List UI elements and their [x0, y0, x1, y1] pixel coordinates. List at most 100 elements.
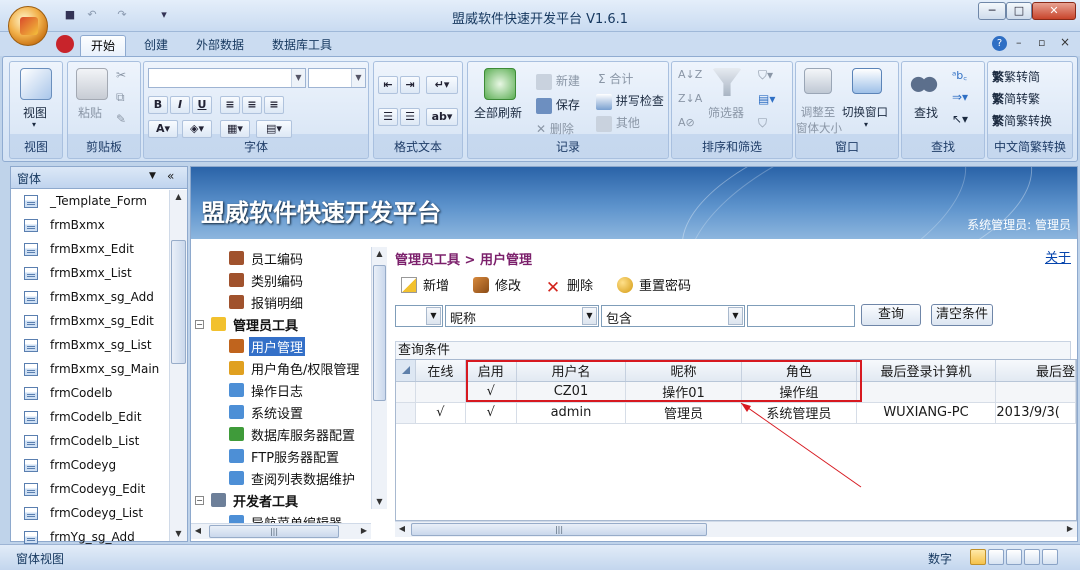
grid-hscrollbar[interactable]: ◀ ||| ▶	[395, 521, 1077, 537]
scroll-right-icon[interactable]: ▶	[1063, 522, 1077, 537]
nav-item[interactable]: frmBxmx	[11, 214, 171, 238]
scroll-thumb[interactable]: |||	[209, 525, 339, 538]
table-cell[interactable]: CZ01	[516, 381, 627, 403]
col-header-last-login[interactable]: 最后登	[995, 360, 1076, 382]
field-select[interactable]: 昵称 ▼	[445, 305, 599, 327]
nav-item[interactable]: frmCodeyg_List	[11, 502, 171, 526]
nav-item[interactable]: frmBxmx_sg_Add	[11, 286, 171, 310]
find-button[interactable]: 查找	[914, 104, 938, 121]
save-icon[interactable]: ■	[62, 8, 78, 22]
nav-item[interactable]: _Template_Form	[11, 190, 171, 214]
underline-icon[interactable]: U	[192, 96, 212, 114]
nav-item[interactable]: frmBxmx_sg_List	[11, 334, 171, 358]
query-button[interactable]: 查询	[861, 304, 921, 326]
toggle-filter-icon[interactable]: ⛉	[758, 116, 767, 131]
collapse-toggle-icon[interactable]: −	[195, 496, 204, 505]
scroll-thumb[interactable]	[171, 240, 186, 364]
nav-item[interactable]: frmBxmx_Edit	[11, 238, 171, 262]
selection-icon[interactable]: ⛉▾	[758, 68, 773, 83]
ribbon-restore-icon[interactable]: ▫	[1038, 36, 1045, 49]
format-painter-icon[interactable]: ✎	[116, 112, 126, 126]
numbered-list-icon[interactable]: ☰	[378, 108, 398, 126]
trad-to-simp-button[interactable]: 繁转简	[1004, 70, 1040, 84]
increase-indent-icon[interactable]: ⇥	[400, 76, 420, 94]
text-direction-icon[interactable]: ↵▾	[426, 76, 458, 94]
go-to-icon[interactable]: ⇒▾	[952, 90, 968, 104]
help-icon[interactable]: ?	[992, 36, 1007, 51]
add-button[interactable]: 新增	[401, 275, 449, 297]
table-row[interactable]: √ CZ01 操作01 操作组	[396, 381, 1076, 403]
edit-button[interactable]: 修改	[473, 275, 521, 297]
new-record-button[interactable]: 新建	[556, 74, 580, 88]
tab-home[interactable]: 开始	[80, 35, 127, 56]
table-cell[interactable]	[856, 381, 997, 403]
scroll-up-icon[interactable]: ▲	[372, 247, 387, 261]
decrease-indent-icon[interactable]: ⇤	[378, 76, 398, 94]
table-cell[interactable]: √	[415, 402, 466, 424]
nav-item[interactable]: frmCodelb	[11, 382, 171, 406]
design-view-icon[interactable]	[1042, 549, 1058, 565]
bold-icon[interactable]: B	[148, 96, 168, 114]
scroll-left-icon[interactable]: ◀	[395, 522, 409, 537]
font-name-select[interactable]: ▼	[148, 68, 306, 88]
collapse-toggle-icon[interactable]: −	[195, 320, 204, 329]
cut-icon[interactable]: ✂	[116, 68, 126, 82]
col-header-nickname[interactable]: 昵称	[625, 360, 743, 382]
view-button[interactable]: 视图	[23, 104, 47, 121]
align-left-icon[interactable]: ≡	[220, 96, 240, 114]
scroll-thumb[interactable]: |||	[411, 523, 707, 536]
nav-item[interactable]: frmCodeyg_Edit	[11, 478, 171, 502]
col-header-enabled[interactable]: 启用	[465, 360, 517, 382]
form-view-icon[interactable]	[970, 549, 986, 565]
alt-row-color-icon[interactable]: ▤▾	[256, 120, 292, 138]
nav-scrollbar[interactable]: ▲ ▼	[169, 190, 187, 541]
row-selector[interactable]	[396, 402, 417, 424]
clear-sort-icon[interactable]: A⊘	[678, 116, 695, 129]
close-link[interactable]: 关于	[1045, 247, 1071, 266]
filter-button[interactable]: 筛选器	[708, 104, 744, 121]
delete-record-button[interactable]: 删除	[550, 122, 574, 136]
totals-button[interactable]: 合计	[609, 72, 633, 86]
scroll-left-icon[interactable]: ◀	[191, 524, 205, 539]
col-header-last-computer[interactable]: 最后登录计算机	[856, 360, 997, 382]
col-header-username[interactable]: 用户名	[516, 360, 627, 382]
copy-icon[interactable]: ⧉	[116, 90, 125, 105]
operator-select[interactable]: 包含 ▼	[601, 305, 745, 327]
highlight-icon[interactable]: ab▾	[426, 108, 458, 126]
scroll-right-icon[interactable]: ▶	[357, 524, 371, 539]
bullet-list-icon[interactable]: ☰	[400, 108, 420, 126]
paste-button[interactable]: 粘贴	[78, 104, 102, 121]
chevron-down-icon[interactable]: ▼	[149, 171, 156, 181]
clear-conditions-button[interactable]: 清空条件	[931, 304, 993, 326]
nav-header[interactable]: 窗体 ▼ «	[11, 167, 187, 189]
pivot-view-icon[interactable]	[1006, 549, 1022, 565]
table-row[interactable]: √ √ admin 管理员 系统管理员 WUXIANG-PC 2013/9/3(	[396, 402, 1076, 424]
tab-external-data[interactable]: 外部数据	[186, 35, 254, 56]
table-cell[interactable]: 系统管理员	[741, 402, 857, 424]
ribbon-close-icon[interactable]: ×	[1060, 35, 1070, 49]
more-button[interactable]: 其他	[616, 116, 640, 130]
font-size-select[interactable]: ▼	[308, 68, 366, 88]
table-cell[interactable]	[995, 381, 1076, 403]
simp-to-trad-button[interactable]: 简转繁	[1004, 92, 1040, 106]
select-all-corner[interactable]	[396, 360, 417, 382]
font-color-icon[interactable]: A▾	[148, 120, 178, 138]
sort-descending-icon[interactable]: Z↓A	[678, 92, 702, 105]
ribbon-minimize-icon[interactable]: –	[1016, 36, 1022, 49]
gridlines-icon[interactable]: ▦▾	[220, 120, 250, 138]
scroll-down-icon[interactable]: ▼	[372, 495, 387, 509]
close-button[interactable]: ✕	[1032, 2, 1076, 20]
scroll-up-icon[interactable]: ▲	[170, 190, 187, 204]
tab-database-tools[interactable]: 数据库工具	[262, 35, 342, 56]
scroll-thumb[interactable]	[373, 265, 386, 401]
undo-icon[interactable]: ↶	[84, 8, 100, 22]
italic-icon[interactable]: I	[170, 96, 190, 114]
align-center-icon[interactable]: ≡	[242, 96, 262, 114]
table-cell[interactable]: 2013/9/3(	[995, 402, 1076, 424]
customize-icon[interactable]: ▾	[156, 8, 172, 22]
spelling-button[interactable]: 拼写检查	[616, 94, 664, 108]
col-header-role[interactable]: 角色	[741, 360, 857, 382]
nav-item[interactable]: frmCodelb_List	[11, 430, 171, 454]
table-cell[interactable]: 管理员	[625, 402, 743, 424]
replace-icon[interactable]: ᵃb꜀	[952, 68, 967, 83]
